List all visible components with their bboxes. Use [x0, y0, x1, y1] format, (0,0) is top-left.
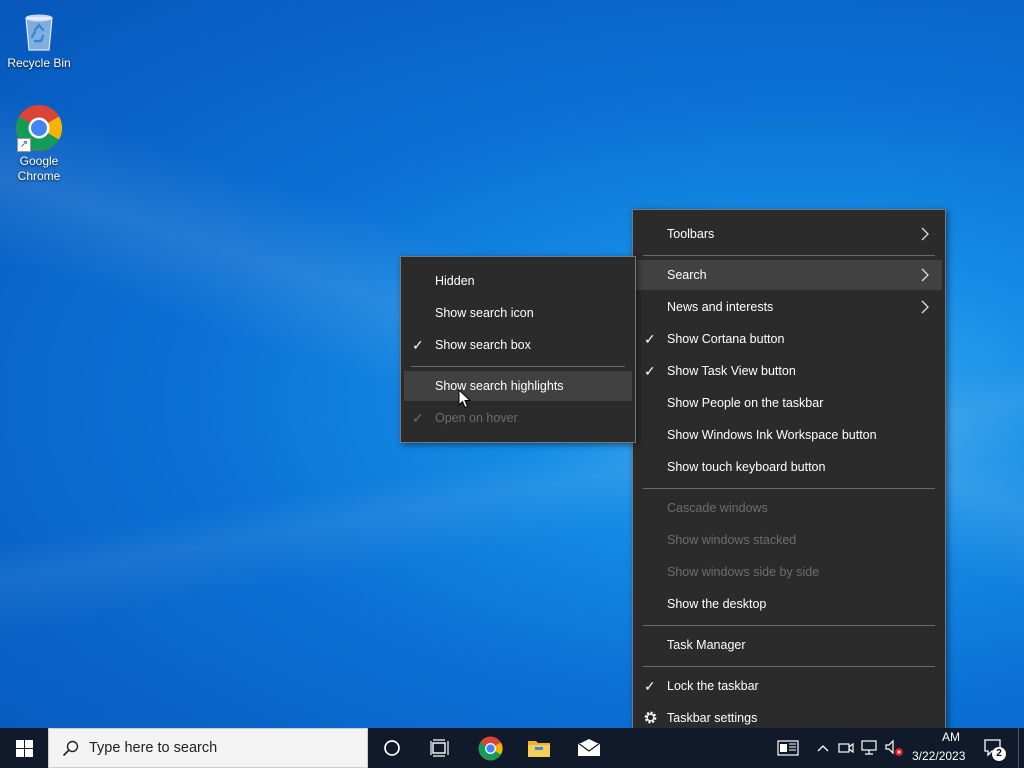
menu-separator	[643, 488, 935, 489]
menu-item-task-manager[interactable]: Task Manager	[636, 630, 942, 660]
menu-separator	[643, 255, 935, 256]
show-desktop-button[interactable]	[1018, 728, 1024, 768]
taskbar-chrome-button[interactable]	[466, 728, 514, 768]
cortana-button[interactable]	[368, 728, 416, 768]
checkmark-icon: ✓	[412, 409, 424, 426]
menu-item-label: Toolbars	[667, 227, 715, 241]
search-submenu: Hidden Show search icon ✓ Show search bo…	[400, 256, 636, 443]
mail-icon	[577, 739, 601, 756]
show-hidden-icons-button[interactable]	[812, 728, 834, 768]
menu-item-show-windows-side-by-side: Show windows side by side	[636, 557, 942, 587]
menu-item-label: Show search icon	[435, 306, 534, 320]
menu-item-show-windows-stacked: Show windows stacked	[636, 525, 942, 555]
search-icon	[62, 740, 79, 757]
shortcut-arrow-icon: ↗	[17, 138, 31, 152]
menu-item-label: Show search highlights	[435, 379, 564, 393]
menu-item-label: Task Manager	[667, 638, 746, 652]
checkmark-icon: ✓	[644, 330, 656, 347]
menu-item-label: Open on hover	[435, 411, 518, 425]
desktop-icon-google-chrome[interactable]: ↗ Google Chrome	[1, 104, 77, 184]
menu-separator	[643, 666, 935, 667]
gear-icon	[643, 710, 658, 728]
chevron-right-icon	[921, 227, 929, 241]
menu-item-label: Lock the taskbar	[667, 679, 759, 693]
windows-logo-icon	[15, 739, 33, 757]
menu-item-label: Show windows stacked	[667, 533, 797, 547]
tray-volume[interactable]	[882, 728, 906, 768]
menu-item-label: Show Windows Ink Workspace button	[667, 428, 877, 442]
clock-time[interactable]: AM	[942, 730, 960, 744]
menu-item-show-people[interactable]: Show People on the taskbar	[636, 388, 942, 418]
menu-item-label: Search	[667, 268, 707, 282]
menu-item-toolbars[interactable]: Toolbars	[636, 219, 942, 249]
taskbar-context-menu: Toolbars Search News and interests ✓ Sho…	[632, 209, 946, 744]
taskbar: Type here to search AM 3/22/2023 2	[0, 728, 1024, 768]
search-placeholder: Type here to search	[89, 740, 218, 756]
chevron-right-icon	[921, 300, 929, 314]
menu-item-label: Show Task View button	[667, 364, 796, 378]
file-explorer-icon	[528, 741, 550, 757]
menu-item-label: News and interests	[667, 300, 774, 314]
news-icon	[777, 740, 799, 756]
menu-item-search[interactable]: Search	[636, 260, 942, 290]
task-view-icon	[430, 739, 449, 757]
menu-separator	[643, 625, 935, 626]
menu-item-label: Cascade windows	[667, 501, 768, 515]
menu-item-label: Show windows side by side	[667, 565, 820, 579]
menu-item-label: Show touch keyboard button	[667, 460, 826, 474]
cortana-icon	[384, 740, 400, 756]
recycle-bin-icon	[15, 6, 63, 54]
task-view-button[interactable]	[416, 728, 464, 768]
menu-item-lock-the-taskbar[interactable]: ✓ Lock the taskbar	[636, 671, 942, 701]
submenu-item-show-search-icon[interactable]: Show search icon	[404, 298, 632, 328]
menu-item-label: Show the desktop	[667, 597, 767, 611]
checkmark-icon: ✓	[644, 362, 656, 379]
clock-date[interactable]: 3/22/2023	[912, 749, 965, 763]
volume-muted-icon	[885, 739, 903, 756]
notification-count-badge: 2	[992, 747, 1006, 761]
menu-item-show-cortana-button[interactable]: ✓ Show Cortana button	[636, 324, 942, 354]
menu-item-cascade-windows: Cascade windows	[636, 493, 942, 523]
menu-item-show-ink-workspace[interactable]: Show Windows Ink Workspace button	[636, 420, 942, 450]
chevron-right-icon	[921, 268, 929, 282]
desktop-icon-label: Recycle Bin	[7, 56, 71, 70]
menu-item-news-and-interests[interactable]: News and interests	[636, 292, 942, 322]
desktop-icon-label: Google Chrome	[17, 154, 61, 183]
start-button[interactable]	[0, 728, 48, 768]
menu-item-show-touch-keyboard[interactable]: Show touch keyboard button	[636, 452, 942, 482]
menu-item-label: Show People on the taskbar	[667, 396, 824, 410]
submenu-item-show-search-highlights[interactable]: Show search highlights	[404, 371, 632, 401]
chevron-up-icon	[817, 745, 829, 752]
submenu-item-open-on-hover: ✓ Open on hover	[404, 403, 632, 433]
chrome-icon: ↗	[15, 104, 63, 152]
menu-item-label: Show search box	[435, 338, 531, 352]
camera-icon	[838, 742, 854, 754]
tray-network[interactable]	[858, 728, 880, 768]
taskbar-search-box[interactable]: Type here to search	[48, 728, 368, 768]
menu-item-label: Taskbar settings	[667, 711, 758, 725]
mouse-cursor-icon	[458, 389, 471, 409]
desktop-icon-recycle-bin[interactable]: Recycle Bin	[1, 6, 77, 71]
chrome-icon	[478, 736, 503, 760]
menu-item-show-the-desktop[interactable]: Show the desktop	[636, 589, 942, 619]
menu-item-label: Hidden	[435, 274, 475, 288]
tray-news-widget[interactable]	[772, 728, 804, 768]
taskbar-file-explorer-button[interactable]	[515, 728, 563, 768]
submenu-item-hidden[interactable]: Hidden	[404, 266, 632, 296]
menu-separator	[411, 366, 625, 367]
submenu-item-show-search-box[interactable]: ✓ Show search box	[404, 330, 632, 360]
tray-meet-now[interactable]	[836, 728, 856, 768]
menu-item-label: Show Cortana button	[667, 332, 785, 346]
action-center-button[interactable]: 2	[978, 728, 1010, 768]
checkmark-icon: ✓	[644, 677, 656, 694]
taskbar-mail-button[interactable]	[565, 728, 613, 768]
network-icon	[861, 740, 877, 755]
menu-item-show-task-view-button[interactable]: ✓ Show Task View button	[636, 356, 942, 386]
checkmark-icon: ✓	[412, 336, 424, 353]
